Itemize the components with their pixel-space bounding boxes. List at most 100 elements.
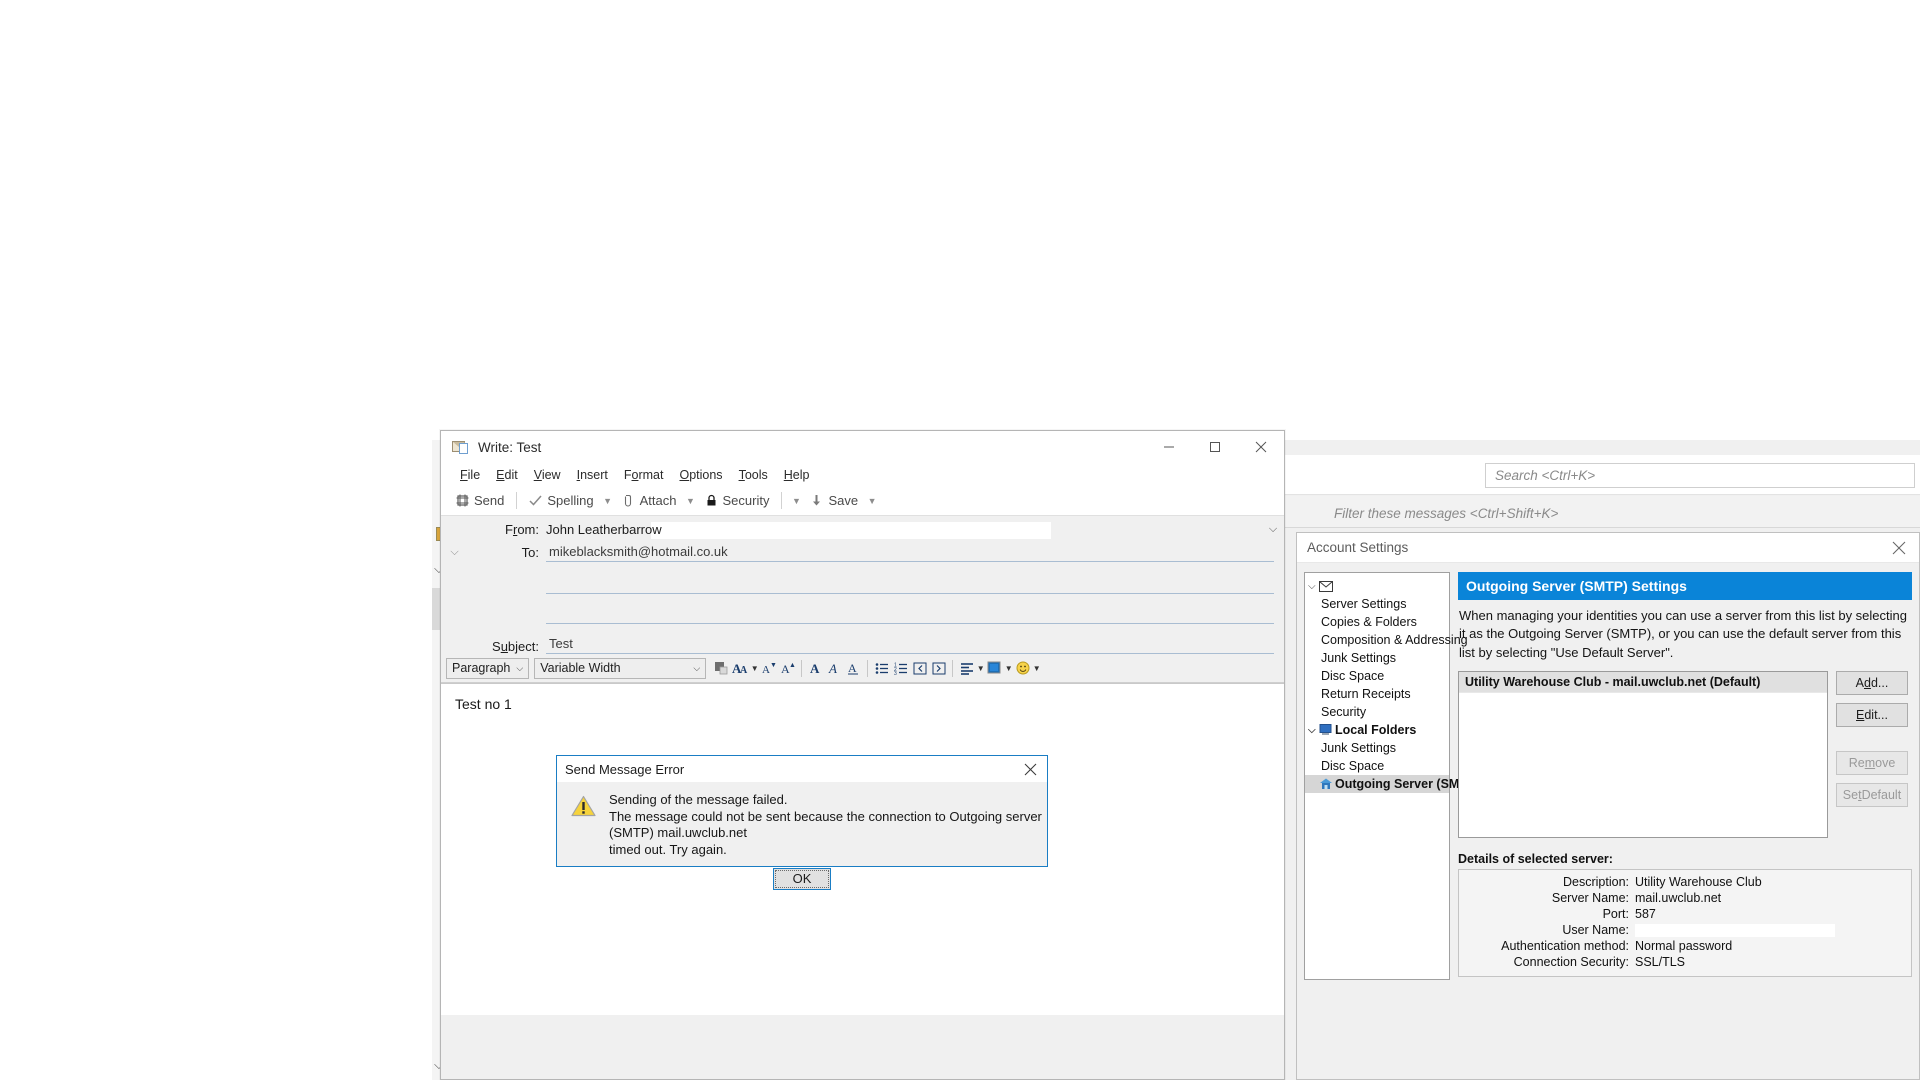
compose-window-title: Write: Test: [478, 439, 542, 455]
chevron-down-icon[interactable]: ⌵: [1308, 581, 1319, 592]
send-icon: [456, 494, 469, 507]
menu-format[interactable]: Format: [616, 466, 672, 484]
edit-button[interactable]: Edit...: [1836, 703, 1908, 728]
list-item[interactable]: Utility Warehouse Club - mail.uwclub.net…: [1459, 672, 1827, 694]
text-color-icon[interactable]: [712, 658, 731, 679]
increase-font-icon[interactable]: A ▲: [778, 658, 797, 679]
decrease-font-icon[interactable]: A ▼: [759, 658, 778, 679]
set-default-button[interactable]: Se t Default: [1836, 783, 1908, 808]
bullet-list-icon[interactable]: [872, 658, 891, 679]
decrease-indent-icon[interactable]: [910, 658, 929, 679]
tree-node-junk-settings[interactable]: Junk Settings: [1305, 649, 1449, 667]
tree-node-server-settings[interactable]: Server Settings: [1305, 595, 1449, 613]
detail-row-user-name: User Name:: [1459, 922, 1911, 938]
to-input[interactable]: mikeblacksmith@hotmail.co.uk: [546, 542, 1274, 562]
smiley-dropdown-icon[interactable]: ▼: [1032, 664, 1041, 673]
align-icon[interactable]: [957, 658, 976, 679]
numbered-list-icon[interactable]: 123: [891, 658, 910, 679]
tree-label: Security: [1321, 705, 1367, 719]
spelling-button[interactable]: Spelling: [523, 491, 599, 510]
tree-node-return-receipts[interactable]: Return Receipts: [1305, 685, 1449, 703]
chevron-down-icon: ⌵: [516, 662, 524, 673]
chevron-down-icon[interactable]: ⌵: [1308, 725, 1319, 736]
recipient-input-3[interactable]: [546, 604, 1274, 624]
menu-help[interactable]: Help: [776, 466, 818, 484]
smtp-server-list[interactable]: Utility Warehouse Club - mail.uwclub.net…: [1458, 671, 1828, 839]
close-icon[interactable]: [1879, 533, 1919, 563]
filter-messages-placeholder: Filter these messages <Ctrl+Shift+K>: [1334, 505, 1559, 521]
lock-icon: [705, 494, 718, 507]
error-message-text: Sending of the message failed. The messa…: [601, 792, 1047, 859]
font-size-icon[interactable]: AA: [731, 658, 750, 679]
menu-insert[interactable]: Insert: [569, 466, 616, 484]
underline-icon[interactable]: A: [844, 658, 863, 679]
tree-node-copies-folders[interactable]: Copies & Folders: [1305, 613, 1449, 631]
tree-node-account-root[interactable]: ⌵: [1305, 577, 1449, 595]
recipient-input-2[interactable]: [546, 574, 1274, 594]
from-dropdown-icon[interactable]: ⌵: [1262, 523, 1284, 536]
save-dropdown-icon[interactable]: ▼: [864, 496, 880, 506]
attach-button[interactable]: Attach: [616, 491, 683, 510]
smiley-icon[interactable]: [1013, 658, 1032, 679]
tree-node-disc-space[interactable]: Disc Space: [1305, 667, 1449, 685]
tree-node-local-folders[interactable]: ⌵ Local Folders: [1305, 721, 1449, 739]
menu-file[interactable]: File: [452, 466, 488, 484]
highlight-color-icon[interactable]: [985, 658, 1004, 679]
minimize-icon[interactable]: [1146, 431, 1192, 463]
error-dialog-title: Send Message Error: [565, 761, 685, 777]
account-settings-body: ⌵ Server Settings Copies & Folders Compo…: [1297, 563, 1919, 1073]
save-button[interactable]: Save: [804, 491, 864, 510]
add-button[interactable]: Ad d...: [1836, 671, 1908, 696]
account-settings-dialog: Account Settings ⌵ Server Settings Copie…: [1296, 532, 1920, 1080]
font-family-select[interactable]: Variable Width ⌵: [534, 657, 707, 679]
maximize-icon[interactable]: [1192, 431, 1238, 463]
error-dialog-title-bar: Send Message Error: [557, 756, 1047, 782]
subject-input[interactable]: Test: [546, 633, 1274, 654]
remove-button[interactable]: Re m ove: [1836, 751, 1908, 776]
menu-tools[interactable]: Tools: [731, 466, 776, 484]
error-dialog-body: Sending of the message failed. The messa…: [557, 782, 1047, 859]
send-button[interactable]: Send: [450, 491, 510, 510]
warning-icon: [571, 792, 601, 859]
paragraph-style-select[interactable]: Paragraph ⌵: [446, 657, 530, 679]
detail-label: Port:: [1602, 907, 1629, 922]
bold-icon[interactable]: A: [806, 658, 825, 679]
local-folders-icon: [1319, 724, 1335, 736]
tree-node-outgoing-server-smtp[interactable]: Outgoing Server (SMTP): [1305, 775, 1479, 793]
menu-edit[interactable]: Edit: [488, 466, 526, 484]
tree-label: Copies & Folders: [1321, 615, 1417, 629]
svg-text:A: A: [810, 661, 820, 675]
from-input[interactable]: John Leatherbarrow: [546, 520, 1262, 540]
recipient-expand-icon[interactable]: ⌵: [441, 546, 468, 559]
check-icon: [529, 494, 542, 507]
send-label: Send: [474, 493, 505, 508]
close-icon[interactable]: [1013, 756, 1047, 782]
toolbar-separator-1: [516, 492, 518, 509]
increase-indent-icon[interactable]: [929, 658, 948, 679]
download-arrow-icon: [810, 494, 823, 507]
spelling-dropdown-icon[interactable]: ▼: [600, 496, 616, 506]
attach-dropdown-icon[interactable]: ▼: [683, 496, 699, 506]
menu-options[interactable]: Options: [671, 466, 730, 484]
detail-row-server-name: Server Name: mail.uwclub.net: [1459, 890, 1911, 906]
global-search-input[interactable]: Search <Ctrl+K>: [1485, 463, 1915, 488]
filter-messages-input[interactable]: Filter these messages <Ctrl+Shift+K>: [1330, 502, 1890, 524]
tree-label: Server Settings: [1321, 597, 1407, 611]
security-dropdown-icon[interactable]: ▼: [788, 496, 804, 506]
italic-icon[interactable]: A: [825, 658, 844, 679]
security-button[interactable]: Security: [699, 491, 776, 510]
ok-button[interactable]: OK: [773, 867, 831, 890]
font-size-dropdown-icon[interactable]: ▼: [750, 664, 759, 673]
tree-node-composition-addressing[interactable]: Composition & Addressing: [1305, 631, 1468, 649]
align-dropdown-icon[interactable]: ▼: [976, 664, 985, 673]
menu-view[interactable]: View: [526, 466, 569, 484]
highlight-dropdown-icon[interactable]: ▼: [1004, 664, 1013, 673]
account-tree[interactable]: ⌵ Server Settings Copies & Folders Compo…: [1304, 572, 1479, 980]
tree-node-local-disc-space[interactable]: Disc Space: [1305, 757, 1449, 775]
detail-value: 587: [1635, 907, 1656, 922]
close-icon[interactable]: [1238, 431, 1284, 463]
tree-node-local-junk-settings[interactable]: Junk Settings: [1305, 739, 1449, 757]
smtp-icon: [1319, 778, 1335, 790]
tree-node-security[interactable]: Security: [1305, 703, 1449, 721]
detail-label: Authentication method:: [1501, 939, 1629, 954]
